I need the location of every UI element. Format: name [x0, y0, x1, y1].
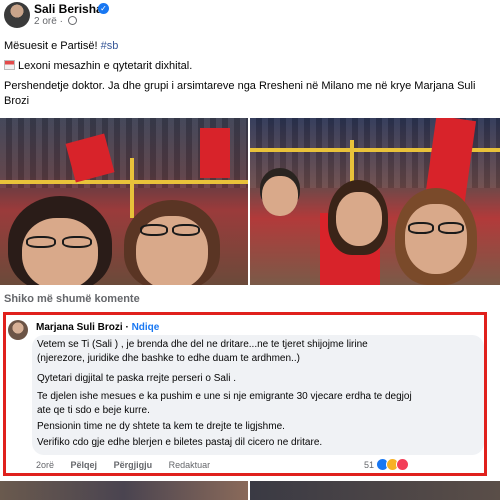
post-time-text[interactable]: 2 orë [34, 16, 57, 27]
reply-button[interactable]: Përgjigju [114, 460, 153, 470]
comment-actions: 2orë Pëlqej Përgjigju Redaktuar [36, 460, 224, 470]
post-header: Sali Berisha ✓ 2 orë · [0, 0, 500, 32]
railing [0, 180, 248, 184]
person-face [262, 176, 298, 216]
comment-line: (njerezore, juridike dhe bashke to edhe … [37, 353, 300, 364]
comment-line: Vetem se Ti (Sali ) , je brenda dhe del … [37, 339, 368, 350]
glasses [408, 222, 434, 234]
comment-time[interactable]: 2orë [36, 460, 54, 470]
railing-post [130, 158, 134, 218]
comment-line: Verifiko cdo gje edhe blerjen e biletes … [37, 437, 323, 448]
highlighted-comment: Marjana Suli Brozi · Ndiqe Vetem se Ti (… [3, 312, 487, 476]
post-line2-text: Lexoni mesazhin e qytetarit dixhital. [18, 60, 193, 72]
commenter-name[interactable]: Marjana Suli Brozi [36, 322, 123, 333]
person-face [22, 218, 98, 285]
post-text-line1: Mësuesit e Partisë! #sb [4, 40, 118, 52]
glasses [26, 236, 56, 248]
comment-line: ate qe ti sdo e beje kurre. [37, 405, 150, 416]
photo-right[interactable] [250, 118, 500, 285]
commenter-avatar[interactable] [8, 320, 28, 340]
verified-badge-icon: ✓ [98, 3, 109, 14]
flag [200, 128, 230, 178]
post-photos [0, 118, 500, 285]
love-reaction-icon [396, 458, 409, 471]
reaction-count: 51 [364, 460, 375, 470]
glasses [140, 224, 168, 236]
like-button[interactable]: Pëlqej [71, 460, 98, 470]
next-post-photos [0, 481, 500, 500]
comment-line: Te djelen ishe mesues e ka pushim e une … [37, 391, 412, 402]
mail-icon [4, 60, 15, 70]
post-text-line2: Lexoni mesazhin e qytetarit dixhital. [4, 60, 192, 72]
edited-label: Redaktuar [168, 460, 211, 470]
author-name[interactable]: Sali Berisha [34, 2, 103, 16]
next-photo-right[interactable] [250, 481, 500, 500]
comment-line: Qytetari digjital te paska rrejte perser… [37, 373, 236, 384]
globe-icon [67, 16, 77, 25]
post-text-line4: Brozi [4, 95, 30, 107]
post-text-line3: Pershendetje doktor. Ja dhe grupi i arsi… [4, 80, 476, 92]
glasses [438, 222, 464, 234]
person-face [336, 192, 382, 246]
glasses [62, 236, 92, 248]
next-photo-left[interactable] [0, 481, 248, 500]
view-more-comments-link[interactable]: Shiko më shumë komente [4, 293, 140, 305]
glasses [172, 224, 200, 236]
follow-link[interactable]: Ndiqe [132, 322, 160, 333]
separator-dot: · [122, 322, 132, 333]
post-timestamp[interactable]: 2 orë · [34, 16, 77, 27]
photo-left[interactable] [0, 118, 248, 285]
comment-header: Marjana Suli Brozi · Ndiqe [36, 322, 159, 333]
author-avatar[interactable] [4, 2, 30, 28]
post-line1-text: Mësuesit e Partisë! [4, 40, 101, 52]
person-face [405, 204, 467, 274]
comment-line: Pensionin time ne dy shtete ta kem te dr… [37, 421, 285, 432]
hashtag-link[interactable]: #sb [101, 40, 119, 52]
